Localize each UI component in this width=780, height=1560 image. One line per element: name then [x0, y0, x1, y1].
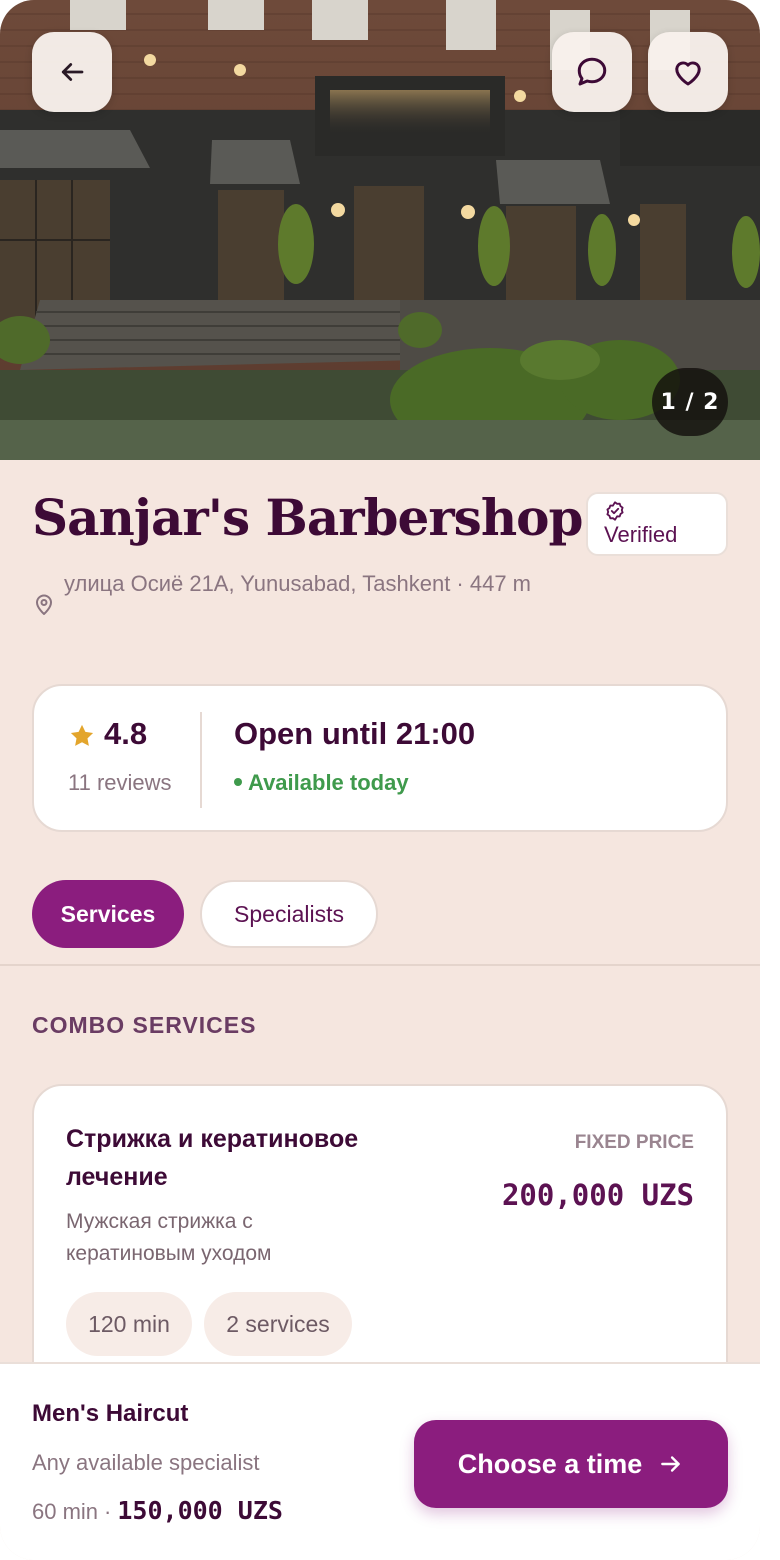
shop-name: Sanjar's Barbershop	[32, 488, 583, 547]
opening-hours: Open until 21:00	[234, 716, 476, 751]
choose-time-button[interactable]: Choose a time	[414, 1420, 728, 1508]
selected-service-name: Men's Haircut	[32, 1400, 189, 1427]
arrow-left-icon	[61, 63, 84, 81]
arrow-right-icon	[661, 1456, 681, 1472]
verified-check-icon	[606, 501, 624, 521]
verified-label: Verified	[604, 522, 678, 547]
tab-services[interactable]: Services	[32, 880, 184, 948]
services-count-chip: 2 services	[204, 1292, 352, 1356]
tab-specialists[interactable]: Specialists	[200, 880, 378, 948]
selected-meta: 60 min · 150,000 UZS	[32, 1496, 283, 1525]
address-text: улица Осиё 21A, Yunusabad, Tashkent · 44…	[64, 571, 531, 596]
selected-duration: 60 min	[32, 1499, 99, 1524]
meta-separator: ·	[104, 1499, 112, 1524]
status-dot	[234, 778, 242, 786]
phone-screen: 1 / 2 Sanjar's Barbershop Verified улица…	[0, 0, 760, 1560]
hero-gallery[interactable]: 1 / 2	[0, 0, 760, 460]
availability-status: Available today	[234, 770, 409, 796]
favorite-button[interactable]	[648, 32, 728, 112]
service-description: Мужская стрижка с кератиновым уходом	[66, 1210, 272, 1265]
location-pin-icon	[36, 594, 52, 615]
selected-specialist: Any available specialist	[32, 1450, 260, 1475]
selected-price: 150,000 UZS	[117, 1496, 283, 1525]
star-icon	[70, 724, 94, 746]
verified-badge: Verified	[586, 492, 728, 556]
chat-bubble-icon	[577, 57, 607, 86]
back-button[interactable]	[32, 32, 112, 112]
service-name: Стрижка и кератиновое лечение	[66, 1125, 359, 1191]
heart-icon	[675, 61, 701, 86]
chat-button[interactable]	[552, 32, 632, 112]
choose-time-label: Choose a time	[457, 1448, 643, 1479]
duration-chip: 120 min	[66, 1292, 192, 1356]
price-type: FIXED PRICE	[574, 1132, 694, 1153]
section-heading: COMBO SERVICES	[32, 1012, 257, 1038]
rating-value: 4.8	[104, 716, 148, 751]
reviews-count[interactable]: 11 reviews	[68, 770, 172, 796]
summary-card: 4.8 11 reviews Open until 21:00 Availabl…	[32, 684, 728, 832]
service-price: 200,000 UZS	[501, 1178, 694, 1212]
booking-bar: Men's Haircut Any available specialist 6…	[0, 1362, 760, 1560]
storefront-photo	[0, 0, 760, 460]
gallery-counter: 1 / 2	[652, 368, 728, 436]
card-divider	[200, 712, 202, 808]
availability-label: Available today	[248, 770, 409, 795]
tabs-divider	[0, 964, 760, 966]
